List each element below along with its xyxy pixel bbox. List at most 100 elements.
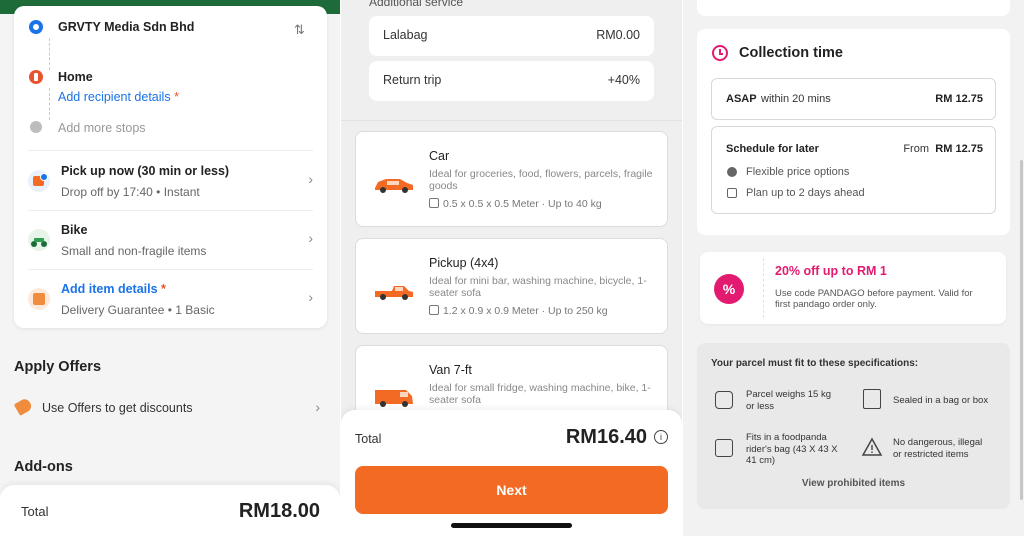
spec-sealed: Sealed in a bag or box xyxy=(893,395,989,406)
total-label: Total xyxy=(355,432,382,446)
promo-voucher[interactable]: % 20% off up to RM 1 Use code PANDAGO be… xyxy=(700,252,1006,324)
checkout-sheet: Total RM16.40 i Next xyxy=(341,410,682,536)
asap-bold: ASAP xyxy=(726,93,757,105)
cube-icon xyxy=(429,198,439,208)
flex-price-text: Flexible price options xyxy=(746,166,850,178)
spec-fit-line3: 41 cm) xyxy=(746,455,776,466)
bike-sub: Small and non-fragile items xyxy=(61,244,207,258)
scale-icon xyxy=(715,391,733,409)
bag-icon xyxy=(863,389,881,409)
tag-icon xyxy=(13,397,34,416)
stop-home-label[interactable]: Home xyxy=(58,70,93,84)
rider-bag-icon xyxy=(715,439,733,457)
promo-title: 20% off up to RM 1 xyxy=(775,264,887,278)
plan-ahead-text: Plan up to 2 days ahead xyxy=(746,187,865,199)
bike-title: Bike xyxy=(61,223,88,237)
add-recipient-link[interactable]: Add recipient details * xyxy=(58,90,179,104)
view-prohibited-link[interactable]: View prohibited items xyxy=(697,478,1010,489)
vehicle-bike-row[interactable]: Bike Small and non-fragile items › xyxy=(14,211,327,269)
pickup-time-row[interactable]: Pick up now (30 min or less) Drop off by… xyxy=(14,152,327,210)
promo-desc-1: Use code PANDAGO before payment. Valid f… xyxy=(775,288,973,299)
section-divider xyxy=(341,120,682,121)
spec-fit-line1: Fits in a foodpanda xyxy=(746,432,827,443)
use-offers-row[interactable]: Use Offers to get discounts › xyxy=(13,397,326,420)
pickup-title: Pick up now (30 min or less) xyxy=(61,164,230,178)
total-value: RM16.40 xyxy=(565,426,647,448)
required-mark: * xyxy=(161,282,166,296)
chevron-right-icon: › xyxy=(308,230,313,246)
spec-danger-line2: or restricted items xyxy=(893,448,969,460)
previous-card xyxy=(697,0,1010,16)
pickup-sub: Drop off by 17:40 • Instant xyxy=(61,185,200,199)
cube-icon xyxy=(429,305,439,315)
route-card: GRVTY Media Sdn Bhd ⇅ Home Add recipient… xyxy=(14,6,327,328)
vehicle-spec-text: 1.2 x 0.9 x 0.9 Meter · Up to 250 kg xyxy=(443,305,608,317)
route-line-2 xyxy=(49,88,50,120)
vehicle-card-car[interactable]: Car Ideal for groceries, food, flowers, … xyxy=(355,131,668,227)
service-return-trip[interactable]: Return trip +40% xyxy=(369,61,654,101)
item-title: Add item details * xyxy=(61,282,166,296)
vehicle-name: Car xyxy=(429,149,450,163)
total-value: RM18.00 xyxy=(238,500,320,522)
pin-orange-icon xyxy=(29,70,43,84)
asap-rest: within 20 mins xyxy=(761,93,831,105)
additional-service-title: Additional service xyxy=(369,0,464,9)
chevron-right-icon: › xyxy=(315,399,320,415)
vehicle-desc: Ideal for small fridge, washing machine,… xyxy=(429,382,651,406)
asap-price: RM 12.75 xyxy=(935,93,983,105)
vehicle-spec-text: 0.5 x 0.5 x 0.5 Meter · Up to 40 kg xyxy=(443,198,602,210)
spec-fit: Fits in a foodpanda rider's bag (43 X 43… xyxy=(746,432,838,467)
collection-panel: Collection time ASAP within 20 mins RM 1… xyxy=(683,0,1024,536)
scrollbar[interactable] xyxy=(1020,160,1023,500)
schedule-price: RM 12.75 xyxy=(935,143,983,155)
item-details-row[interactable]: Add item details * Delivery Guarantee • … xyxy=(14,270,327,328)
sender-name[interactable]: GRVTY Media Sdn Bhd xyxy=(58,20,194,34)
voucher-divider xyxy=(763,258,764,318)
parcel-spec-card: Your parcel must fit to these specificat… xyxy=(697,343,1010,509)
add-recipient-label: Add recipient details xyxy=(58,90,171,104)
pin-blue-icon xyxy=(29,20,43,34)
clock-icon xyxy=(712,45,728,61)
vehicle-spec: 0.5 x 0.5 x 0.5 Meter · Up to 40 kg xyxy=(429,198,602,210)
total-label: Total xyxy=(21,504,49,519)
spec-weight: Parcel weighs 15 kg or less xyxy=(746,389,831,412)
schedule-option[interactable]: Schedule for later From RM 12.75 Flexibl… xyxy=(711,126,996,214)
info-icon[interactable]: i xyxy=(654,430,668,444)
service-name: Return trip xyxy=(383,73,442,87)
service-price: +40% xyxy=(607,73,640,87)
home-indicator xyxy=(451,523,572,528)
spec-danger-line1: No dangerous, illegal xyxy=(893,437,983,448)
vehicle-desc: Ideal for mini bar, washing machine, bic… xyxy=(429,275,647,299)
spec-danger: No dangerous, illegal or restricted item… xyxy=(893,437,982,460)
schedule-title: Schedule for later xyxy=(726,143,819,155)
car-icon xyxy=(375,179,413,193)
spec-title: Your parcel must fit to these specificat… xyxy=(711,358,919,369)
collection-title: Collection time xyxy=(739,45,843,61)
vehicle-desc: Ideal for groceries, food, flowers, parc… xyxy=(429,168,653,192)
vehicle-spec: 1.2 x 0.9 x 0.9 Meter · Up to 250 kg xyxy=(429,305,608,317)
item-title-label: Add item details xyxy=(61,282,158,296)
required-mark: * xyxy=(174,90,179,104)
service-name: Lalabag xyxy=(383,28,428,42)
warning-icon xyxy=(861,437,883,456)
vehicle-card-pickup[interactable]: Pickup (4x4) Ideal for mini bar, washing… xyxy=(355,238,668,334)
service-lalabag[interactable]: Lalabag RM0.00 xyxy=(369,16,654,56)
clock-icon xyxy=(28,170,50,192)
box-icon xyxy=(28,288,50,310)
spec-weight-line2: or less xyxy=(746,400,774,412)
add-stops-link[interactable]: Add more stops xyxy=(58,121,146,135)
swap-icon[interactable]: ⇅ xyxy=(294,22,305,38)
item-sub: Delivery Guarantee • 1 Basic xyxy=(61,303,215,317)
route-line xyxy=(49,38,50,70)
van-icon xyxy=(375,390,413,407)
total-sheet: Total RM18.00 xyxy=(0,485,340,536)
vehicle-name: Pickup (4x4) xyxy=(429,256,499,270)
booking-summary-panel: GRVTY Media Sdn Bhd ⇅ Home Add recipient… xyxy=(0,0,340,536)
asap-option[interactable]: ASAP within 20 mins RM 12.75 xyxy=(711,78,996,120)
percent-badge-icon xyxy=(727,167,737,177)
chevron-right-icon: › xyxy=(308,289,313,305)
next-button[interactable]: Next xyxy=(355,466,668,514)
chevron-right-icon: › xyxy=(308,171,313,187)
bike-icon xyxy=(28,229,50,251)
divider xyxy=(28,150,313,151)
